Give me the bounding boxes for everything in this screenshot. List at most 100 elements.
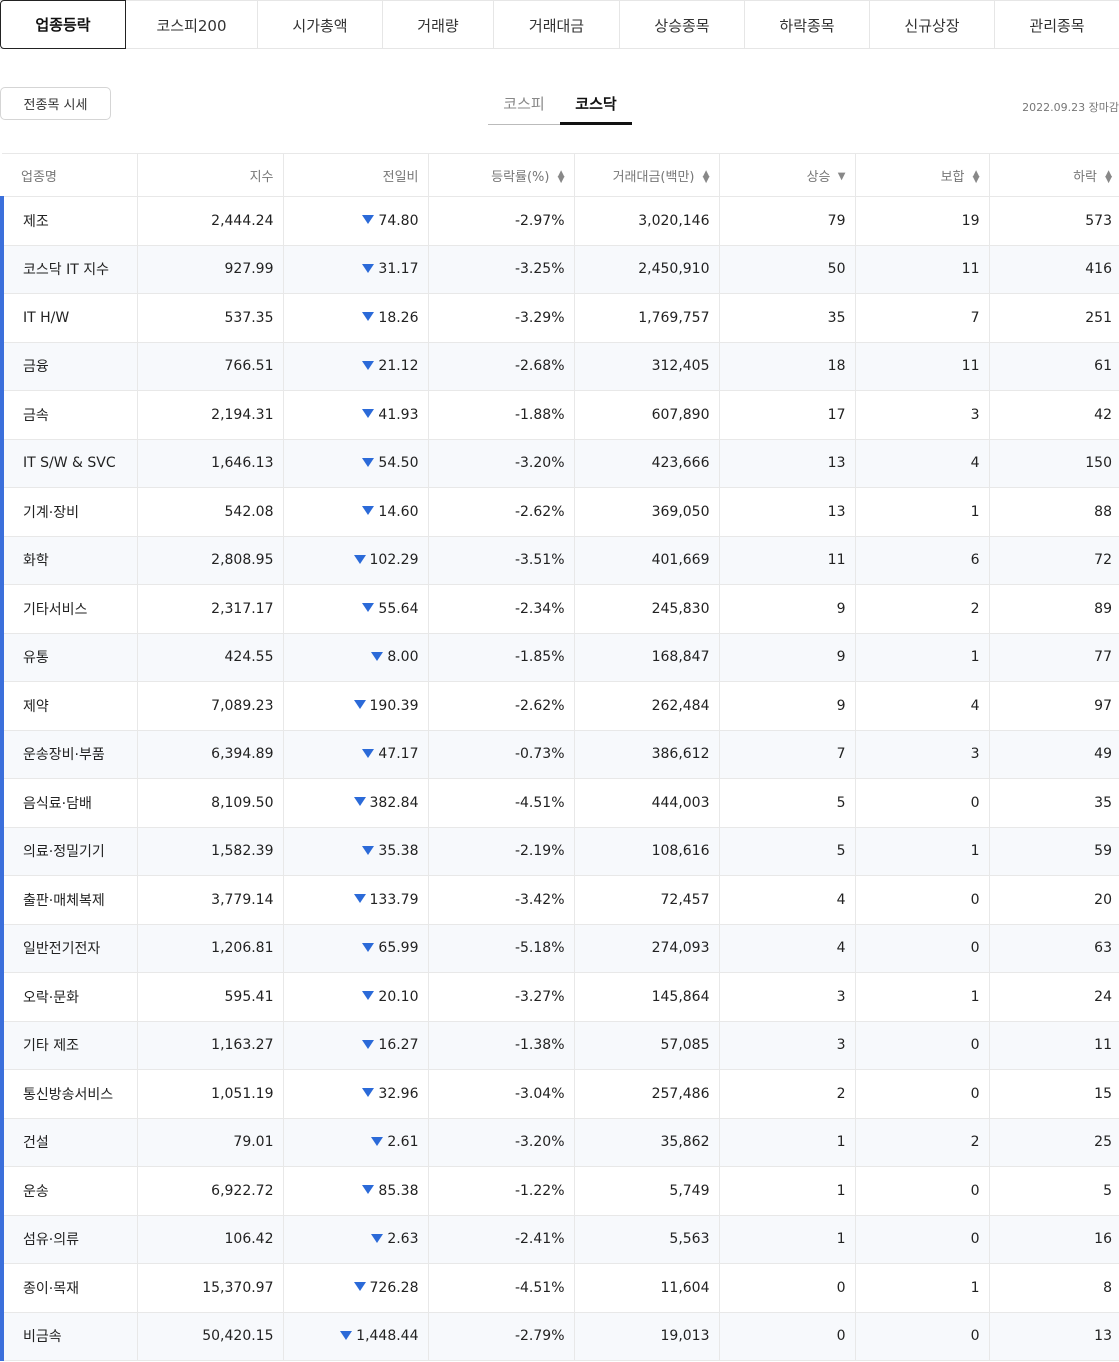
rate-value: -1.38%: [428, 1021, 575, 1070]
table-row[interactable]: 기타서비스 2,317.17 55.64 -2.34% 245,830 9 2 89: [0, 584, 1119, 634]
down-count: 49: [989, 730, 1119, 779]
amount-value: 401,669: [574, 536, 720, 585]
index-value: 2,444.24: [137, 196, 284, 246]
down-triangle-icon: [362, 506, 375, 516]
tab-kospi[interactable]: 코스피: [488, 88, 560, 124]
index-value: 1,163.27: [137, 1021, 284, 1070]
rate-value: -3.27%: [428, 972, 575, 1022]
sector-name-link[interactable]: 금속: [0, 390, 138, 440]
column-header-flat[interactable]: 보합 ▲ ▼: [855, 153, 990, 197]
column-header-rate[interactable]: 등락률(%) ▲ ▼: [428, 153, 575, 197]
table-row[interactable]: 출판·매체복제 3,779.14 133.79 -3.42% 72,457 4 0 20: [0, 875, 1119, 925]
table-row[interactable]: 음식료·담배 8,109.50 382.84 -4.51% 444,003 5 0 35: [0, 778, 1119, 828]
tab-trading-value[interactable]: 거래대금: [494, 1, 620, 49]
table-row[interactable]: 유통 424.55 8.00 -1.85% 168,847 9 1 77: [0, 633, 1119, 682]
amount-value: 423,666: [574, 439, 720, 488]
change-cell: 20.10: [283, 972, 429, 1022]
sector-name-link[interactable]: 출판·매체복제: [0, 875, 138, 925]
sector-name-link[interactable]: 오락·문화: [0, 972, 138, 1022]
table-row[interactable]: 종이·목재 15,370.97 726.28 -4.51% 11,604 0 1 8: [0, 1263, 1119, 1313]
change-value: 133.79: [369, 891, 419, 908]
sector-name-link[interactable]: 제약: [0, 681, 138, 731]
sector-name-link[interactable]: 음식료·담배: [0, 778, 138, 828]
sector-name-link[interactable]: 기타서비스: [0, 584, 138, 634]
tab-kosdaq[interactable]: 코스닥: [560, 88, 632, 125]
tab-managed-stocks[interactable]: 관리종목: [995, 1, 1119, 49]
table-row[interactable]: 기계·장비 542.08 14.60 -2.62% 369,050 13 1 88: [0, 487, 1119, 537]
table-row[interactable]: 기타 제조 1,163.27 16.27 -1.38% 57,085 3 0 11: [0, 1021, 1119, 1070]
column-header-down[interactable]: 하락 ▲ ▼: [989, 153, 1119, 197]
change-cell: 21.12: [283, 342, 429, 391]
up-count: 50: [719, 245, 856, 294]
table-row[interactable]: 코스닥 IT 지수 927.99 31.17 -3.25% 2,450,910 50 11 4…: [0, 245, 1119, 294]
rate-value: -3.42%: [428, 875, 575, 925]
down-triangle-icon: [362, 263, 375, 273]
table-row[interactable]: 섬유·의류 106.42 2.63 -2.41% 5,563 1 0 16: [0, 1215, 1119, 1264]
table-row[interactable]: 제조 2,444.24 74.80 -2.97% 3,020,146 79 19 573: [0, 196, 1119, 246]
table-row[interactable]: 운송 6,922.72 85.38 -1.22% 5,749 1 0 5: [0, 1166, 1119, 1216]
table-row[interactable]: 금속 2,194.31 41.93 -1.88% 607,890 17 3 42: [0, 390, 1119, 440]
tab-sector-change[interactable]: 업종등락: [0, 0, 126, 49]
tab-kospi200[interactable]: 코스피200: [126, 1, 258, 49]
rate-value: -2.34%: [428, 584, 575, 634]
change-value: 31.17: [378, 261, 419, 278]
tab-market-cap[interactable]: 시가총액: [258, 1, 383, 49]
column-header-amount[interactable]: 거래대금(백만) ▲ ▼: [574, 153, 720, 197]
sector-name-link[interactable]: 운송: [0, 1166, 138, 1216]
change-cell: 726.28: [283, 1263, 429, 1313]
sector-name-link[interactable]: IT S/W & SVC: [0, 439, 138, 488]
table-row[interactable]: 비금속 50,420.15 1,448.44 -2.79% 19,013 0 0 13: [0, 1312, 1119, 1361]
table-row[interactable]: 건설 79.01 2.61 -3.20% 35,862 1 2 25: [0, 1118, 1119, 1167]
table-row[interactable]: 운송장비·부품 6,394.89 47.17 -0.73% 386,612 7 3 49: [0, 730, 1119, 779]
table-row[interactable]: 화학 2,808.95 102.29 -3.51% 401,669 11 6 72: [0, 536, 1119, 585]
sector-name-link[interactable]: 의료·정밀기기: [0, 827, 138, 876]
tab-new-listings[interactable]: 신규상장: [870, 1, 995, 49]
all-quotes-button[interactable]: 전종목 시세: [0, 87, 111, 120]
flat-count: 1: [855, 1263, 990, 1313]
tab-falling-stocks[interactable]: 하락종목: [745, 1, 870, 49]
sector-name-link[interactable]: 제조: [0, 196, 138, 246]
sector-name-link[interactable]: 유통: [0, 633, 138, 682]
table-row[interactable]: IT H/W 537.35 18.26 -3.29% 1,769,757 35 7 251: [0, 293, 1119, 343]
table-row[interactable]: 금융 766.51 21.12 -2.68% 312,405 18 11 61: [0, 342, 1119, 391]
index-value: 1,646.13: [137, 439, 284, 488]
up-count: 9: [719, 633, 856, 682]
tab-rising-stocks[interactable]: 상승종목: [620, 1, 745, 49]
amount-value: 245,830: [574, 584, 720, 634]
change-cell: 190.39: [283, 681, 429, 731]
sector-name-link[interactable]: 기계·장비: [0, 487, 138, 537]
rate-value: -3.20%: [428, 1118, 575, 1167]
table-row[interactable]: IT S/W & SVC 1,646.13 54.50 -3.20% 423,666 13…: [0, 439, 1119, 488]
index-value: 50,420.15: [137, 1312, 284, 1361]
table-row[interactable]: 제약 7,089.23 190.39 -2.62% 262,484 9 4 97: [0, 681, 1119, 731]
table-row[interactable]: 일반전기전자 1,206.81 65.99 -5.18% 274,093 4 0 63: [0, 924, 1119, 973]
sector-name-link[interactable]: 기타 제조: [0, 1021, 138, 1070]
sector-name-link[interactable]: 운송장비·부품: [0, 730, 138, 779]
up-count: 5: [719, 827, 856, 876]
change-value: 32.96: [378, 1085, 419, 1102]
tab-volume[interactable]: 거래량: [383, 1, 494, 49]
sector-name-link[interactable]: 일반전기전자: [0, 924, 138, 973]
sector-name-link[interactable]: 화학: [0, 536, 138, 585]
index-value: 2,317.17: [137, 584, 284, 634]
sector-name-link[interactable]: 섬유·의류: [0, 1215, 138, 1264]
market-close-date: 2022.09.23 장마감: [1022, 101, 1119, 114]
column-header-up[interactable]: 상승 ▼: [719, 153, 856, 197]
sector-name-link[interactable]: 건설: [0, 1118, 138, 1167]
table-row[interactable]: 통신방송서비스 1,051.19 32.96 -3.04% 257,486 2 0 15: [0, 1069, 1119, 1119]
rate-value: -1.22%: [428, 1166, 575, 1216]
sector-table: 업종명 지수 전일비 등락률(%) ▲ ▼ 거래대금(백만) ▲ ▼ 상승 ▼ 보합 ▲ ▼ …: [0, 153, 1119, 1361]
sector-name-link[interactable]: 통신방송서비스: [0, 1069, 138, 1119]
flat-count: 0: [855, 778, 990, 828]
rate-value: -3.04%: [428, 1069, 575, 1119]
sector-name-link[interactable]: 코스닥 IT 지수: [0, 245, 138, 294]
table-row[interactable]: 오락·문화 595.41 20.10 -3.27% 145,864 3 1 24: [0, 972, 1119, 1022]
amount-value: 1,769,757: [574, 293, 720, 343]
index-value: 2,194.31: [137, 390, 284, 440]
amount-value: 369,050: [574, 487, 720, 537]
sector-name-link[interactable]: IT H/W: [0, 293, 138, 343]
sector-name-link[interactable]: 비금속: [0, 1312, 138, 1361]
sector-name-link[interactable]: 종이·목재: [0, 1263, 138, 1313]
sector-name-link[interactable]: 금융: [0, 342, 138, 391]
table-row[interactable]: 의료·정밀기기 1,582.39 35.38 -2.19% 108,616 5 1 59: [0, 827, 1119, 876]
